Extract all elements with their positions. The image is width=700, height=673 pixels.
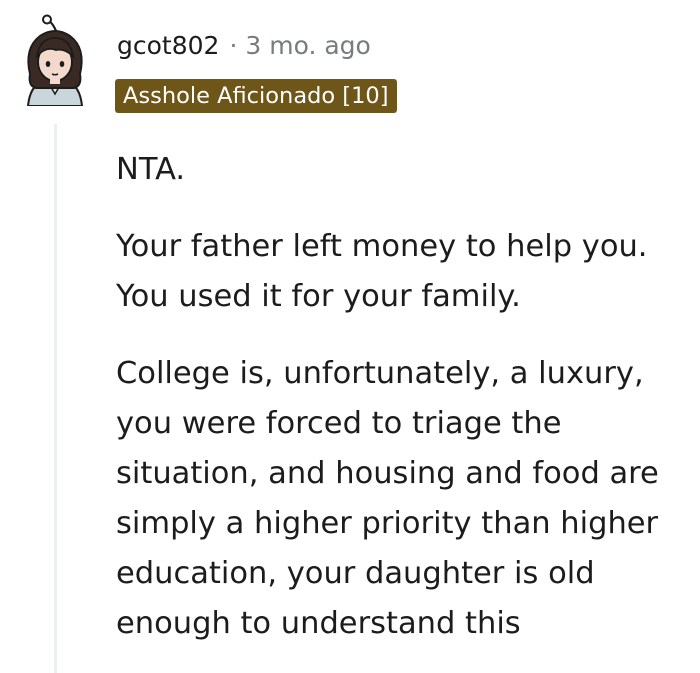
comment-line: you were forced to triage the: [116, 406, 562, 441]
comment-line: enough to understand this: [116, 606, 521, 641]
user-flair-badge: Asshole Aficionado [10]: [115, 79, 397, 113]
comment-line: NTA.: [116, 152, 186, 187]
comment-meta: gcot802 · 3 mo. ago: [117, 28, 371, 62]
comment-timestamp[interactable]: 3 mo. ago: [245, 31, 370, 60]
comment-body: NTA. Your father left money to help you.…: [116, 145, 696, 649]
avatar-icon: [26, 14, 84, 107]
comment-line: education, your daughter is old: [116, 556, 595, 591]
thread-collapse-line[interactable]: [54, 124, 57, 673]
meta-separator: ·: [229, 30, 238, 60]
comment: gcot802 · 3 mo. ago Asshole Aficionado […: [0, 0, 700, 673]
username-link[interactable]: gcot802: [117, 31, 219, 60]
comment-line: College is, unfortunately, a luxury,: [116, 356, 644, 391]
user-avatar[interactable]: [18, 14, 92, 107]
comment-paragraph: NTA.: [116, 145, 696, 195]
comment-line: You used it for your family.: [116, 279, 521, 314]
comment-line: simply a higher priority than higher: [116, 506, 659, 541]
comment-paragraph: College is, unfortunately, a luxury, you…: [116, 349, 696, 649]
comment-line: situation, and housing and food are: [116, 456, 659, 491]
comment-paragraph: Your father left money to help you. You …: [116, 222, 696, 322]
comment-line: Your father left money to help you.: [116, 229, 648, 264]
